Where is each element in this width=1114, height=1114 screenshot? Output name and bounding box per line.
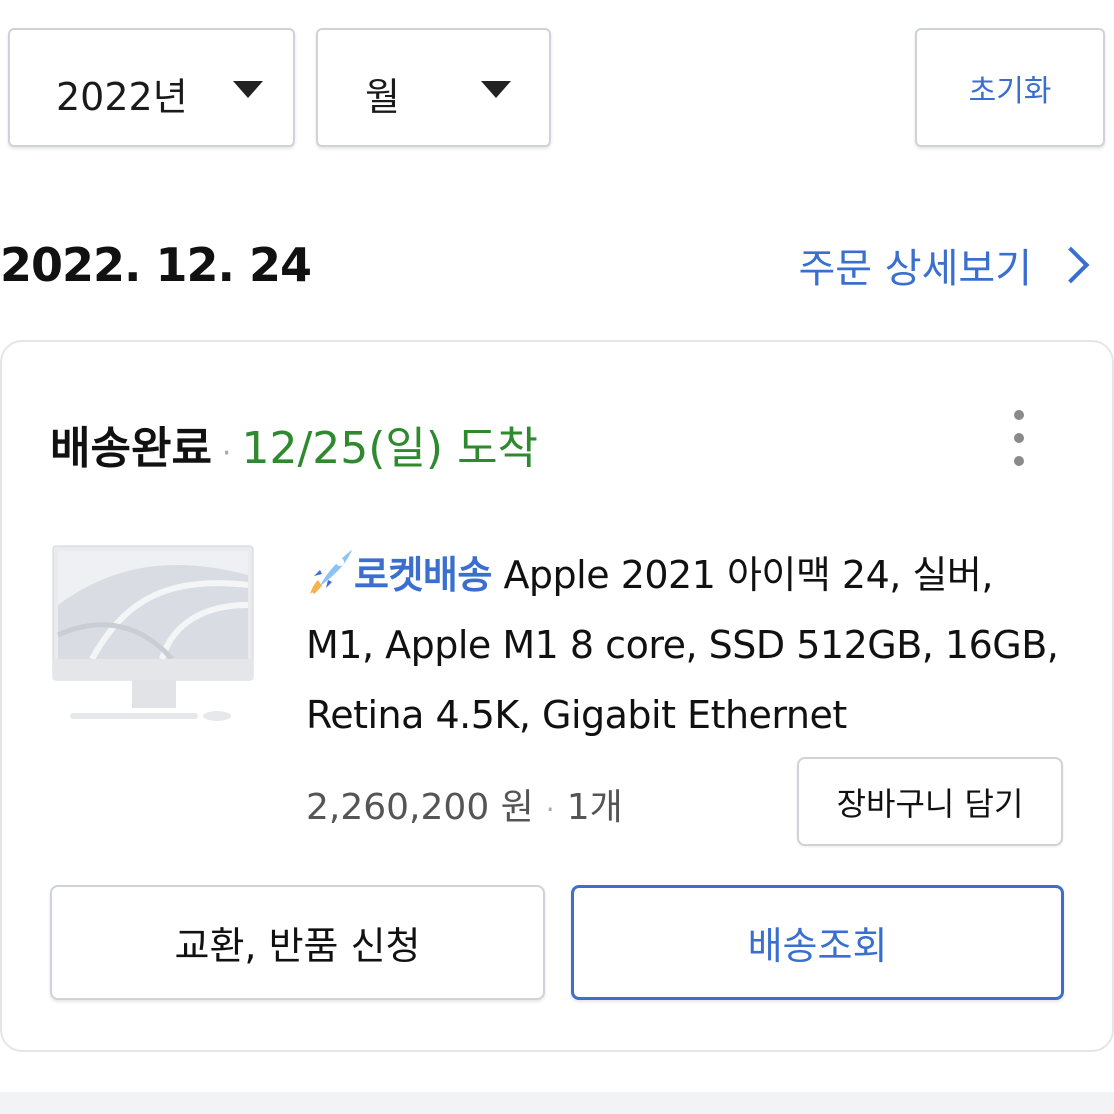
month-select[interactable]: 월 bbox=[316, 28, 551, 147]
status-separator: · bbox=[221, 436, 232, 471]
more-dot bbox=[1014, 433, 1024, 443]
chevron-right-icon bbox=[1052, 246, 1090, 284]
year-select-value: 2022년 bbox=[56, 75, 188, 119]
delivery-status: 배송완료 bbox=[50, 423, 212, 474]
exchange-return-button[interactable]: 교환, 반품 신청 bbox=[50, 885, 545, 1000]
rocket-icon bbox=[310, 550, 352, 594]
section-divider bbox=[0, 1092, 1114, 1114]
product-title[interactable]: 로켓배송 Apple 2021 아이맥 24, 실버, M1, Apple M1… bbox=[306, 540, 1066, 750]
chevron-down-icon bbox=[233, 80, 263, 98]
more-vertical-icon[interactable] bbox=[1006, 410, 1032, 466]
order-detail-link[interactable]: 주문 상세보기 bbox=[798, 236, 1092, 294]
add-to-cart-button[interactable]: 장바구니 담기 bbox=[797, 757, 1063, 846]
more-dot bbox=[1014, 456, 1024, 466]
quantity: 1개 bbox=[566, 787, 623, 828]
track-delivery-button[interactable]: 배송조회 bbox=[571, 885, 1064, 1000]
order-date: 2022. 12. 24 bbox=[0, 238, 312, 292]
month-select-value: 월 bbox=[365, 75, 400, 119]
reset-button[interactable]: 초기화 bbox=[915, 28, 1105, 147]
arrival-date: 12/25(일) 도착 bbox=[241, 423, 539, 474]
more-dot bbox=[1014, 410, 1024, 420]
order-detail-label: 주문 상세보기 bbox=[798, 246, 1032, 292]
chevron-down-icon bbox=[481, 80, 511, 98]
price: 2,260,200 원 bbox=[306, 787, 534, 828]
price-separator: · bbox=[545, 793, 555, 826]
product-thumbnail[interactable] bbox=[52, 545, 254, 730]
year-select[interactable]: 2022년 bbox=[8, 28, 295, 147]
delivery-status-row: 배송완료 · 12/25(일) 도착 bbox=[50, 412, 538, 476]
rocket-delivery-badge: 로켓배송 bbox=[354, 553, 492, 597]
price-row: 2,260,200 원 · 1개 bbox=[306, 778, 623, 830]
